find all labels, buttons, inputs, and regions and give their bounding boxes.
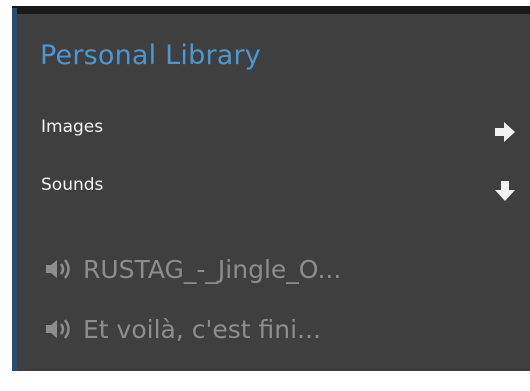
down-arrow-icon[interactable]	[493, 179, 517, 203]
library-title: Personal Library	[40, 40, 261, 71]
panel-left-border	[12, 8, 17, 371]
sound-title: RUSTAG_-_Jingle_O...	[83, 254, 342, 284]
panel-top-bar	[12, 6, 530, 14]
speaker-icon	[46, 319, 70, 339]
panel-bottom-edge	[0, 371, 530, 391]
sound-title: Et voilà, c'est fini...	[83, 314, 321, 344]
personal-library-panel: Personal Library Images Sounds RUSTAG_-_…	[0, 0, 530, 391]
speaker-icon	[46, 259, 70, 279]
sound-list-item[interactable]: RUSTAG_-_Jingle_O...	[45, 252, 341, 286]
sound-list-item[interactable]: Et voilà, c'est fini...	[45, 312, 321, 346]
right-arrow-icon[interactable]	[493, 120, 517, 144]
sounds-section-label[interactable]: Sounds	[41, 175, 103, 195]
images-section-label[interactable]: Images	[41, 117, 103, 137]
